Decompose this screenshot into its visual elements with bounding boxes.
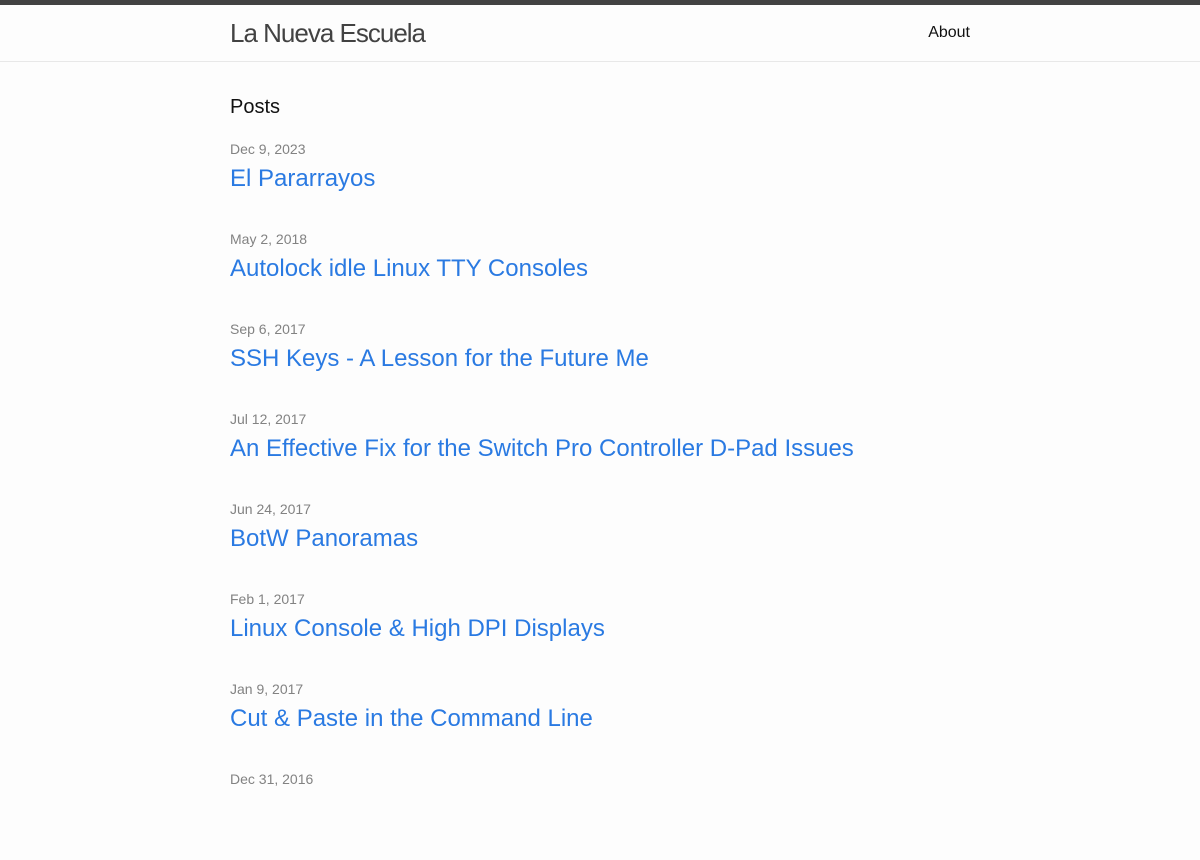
header-wrapper: La Nueva Escuela About xyxy=(230,5,970,61)
post-date: Jul 12, 2017 xyxy=(230,411,307,427)
nav-link-about[interactable]: About xyxy=(928,24,970,41)
post-title-link[interactable]: SSH Keys - A Lesson for the Future Me xyxy=(230,344,649,374)
post-title-link[interactable]: El Pararrayos xyxy=(230,164,375,194)
post-date: May 2, 2018 xyxy=(230,231,308,247)
post-date: Jan 9, 2017 xyxy=(230,681,304,697)
post-title-link[interactable]: Autolock idle Linux TTY Consoles xyxy=(230,254,588,284)
post-item: Feb 1, 2017 Linux Console & High DPI Dis… xyxy=(230,590,970,680)
post-list: Dec 9, 2023 El Pararrayos May 2, 2018 Au… xyxy=(230,140,970,860)
post-list-heading: Posts xyxy=(230,96,281,118)
site-header: La Nueva Escuela About xyxy=(0,5,1200,62)
site-title-link[interactable]: La Nueva Escuela xyxy=(230,19,426,47)
post-title-link[interactable]: BotW Panoramas xyxy=(230,524,418,554)
post-title-link[interactable]: An Effective Fix for the Switch Pro Cont… xyxy=(230,434,854,464)
post-item: Jul 12, 2017 An Effective Fix for the Sw… xyxy=(230,410,970,500)
post-item: Dec 9, 2023 El Pararrayos xyxy=(230,140,970,230)
post-item: May 2, 2018 Autolock idle Linux TTY Cons… xyxy=(230,230,970,320)
post-date: Dec 31, 2016 xyxy=(230,771,314,787)
post-title-link[interactable]: Cut & Paste in the Command Line xyxy=(230,704,593,734)
post-date: Feb 1, 2017 xyxy=(230,591,305,607)
post-title-link[interactable]: Linux Console & High DPI Displays xyxy=(230,614,605,644)
post-item: Jan 9, 2017 Cut & Paste in the Command L… xyxy=(230,680,970,770)
site-nav: About xyxy=(928,23,970,43)
post-date: Dec 9, 2023 xyxy=(230,141,306,157)
post-item: Jun 24, 2017 BotW Panoramas xyxy=(230,500,970,590)
post-item: Sep 6, 2017 SSH Keys - A Lesson for the … xyxy=(230,320,970,410)
post-date: Jun 24, 2017 xyxy=(230,501,311,517)
post-item: Dec 31, 2016 xyxy=(230,770,970,860)
post-date: Sep 6, 2017 xyxy=(230,321,306,337)
